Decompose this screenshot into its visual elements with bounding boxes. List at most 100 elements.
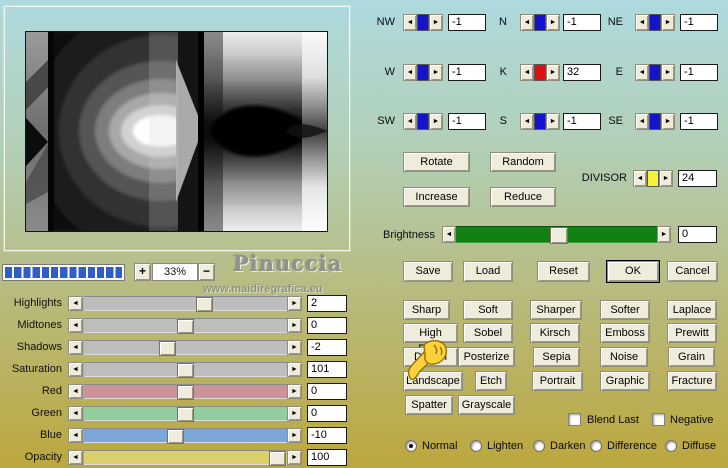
kernel-scrollbar-ne[interactable]: ◄►: [635, 14, 675, 31]
preset-grayscale-button[interactable]: Grayscale: [458, 395, 515, 415]
preset-high-pass-button[interactable]: High Pass: [403, 323, 458, 343]
preset-posterize-button[interactable]: Posterize: [458, 347, 515, 367]
preset-emboss-button[interactable]: Emboss: [600, 323, 650, 343]
zoom-out-button[interactable]: −: [198, 263, 215, 281]
cancel-button[interactable]: Cancel: [667, 261, 718, 282]
radio-diffuse[interactable]: [665, 440, 677, 452]
slider-track-opacity[interactable]: [84, 450, 287, 465]
slider-right-arrow[interactable]: ►: [287, 428, 302, 443]
increase-button[interactable]: Increase: [403, 187, 470, 207]
slider-left-arrow[interactable]: ◄: [68, 296, 83, 311]
preset-prewitt-button[interactable]: Prewitt: [667, 323, 717, 343]
random-button[interactable]: Random: [490, 152, 556, 172]
slider-thumb[interactable]: [177, 363, 194, 378]
slider-thumb[interactable]: [177, 407, 194, 422]
save-button[interactable]: Save: [403, 261, 453, 282]
slider-value-shadows[interactable]: -2: [307, 339, 347, 356]
preset-sobel-button[interactable]: Sobel: [463, 323, 513, 343]
preset-landscape-button[interactable]: Landscape: [403, 371, 463, 391]
kernel-value-e[interactable]: -1: [680, 64, 718, 81]
slider-left-arrow[interactable]: ◄: [68, 318, 83, 333]
preset-sharp-button[interactable]: Sharp: [403, 300, 450, 320]
preset-graphic-button[interactable]: Graphic: [600, 371, 650, 391]
reduce-button[interactable]: Reduce: [490, 187, 556, 207]
brightness-track[interactable]: [456, 226, 657, 243]
kernel-value-ne[interactable]: -1: [680, 14, 718, 31]
slider-left-arrow[interactable]: ◄: [68, 362, 83, 377]
kernel-value-se[interactable]: -1: [680, 113, 718, 130]
slider-right-arrow[interactable]: ►: [287, 406, 302, 421]
zoom-in-button[interactable]: +: [134, 263, 151, 281]
slider-left-arrow[interactable]: ◄: [68, 450, 83, 465]
slider-track-highlights[interactable]: [84, 296, 287, 311]
load-button[interactable]: Load: [463, 261, 513, 282]
slider-value-blue[interactable]: -10: [307, 427, 347, 444]
kernel-scrollbar-nw[interactable]: ◄►: [403, 14, 443, 31]
slider-value-green[interactable]: 0: [307, 405, 347, 422]
kernel-scrollbar-s[interactable]: ◄►: [520, 113, 560, 130]
slider-right-arrow[interactable]: ►: [287, 296, 302, 311]
preset-sharper-button[interactable]: Sharper: [530, 300, 582, 320]
kernel-scrollbar-sw[interactable]: ◄►: [403, 113, 443, 130]
slider-value-saturation[interactable]: 101: [307, 361, 347, 378]
radio-difference[interactable]: [590, 440, 602, 452]
rotate-button[interactable]: Rotate: [403, 152, 470, 172]
reset-button[interactable]: Reset: [537, 261, 590, 282]
preset-dream-button[interactable]: Dream: [403, 347, 458, 367]
kernel-scrollbar-n[interactable]: ◄►: [520, 14, 560, 31]
brightness-right-arrow[interactable]: ►: [657, 226, 671, 243]
preset-portrait-button[interactable]: Portrait: [532, 371, 583, 391]
brightness-left-arrow[interactable]: ◄: [442, 226, 456, 243]
divisor-scrollbar[interactable]: ◄►: [633, 170, 673, 187]
preset-spatter-button[interactable]: Spatter: [405, 395, 453, 415]
brightness-value[interactable]: 0: [678, 226, 717, 243]
preset-sepia-button[interactable]: Sepia: [533, 347, 580, 367]
slider-track-saturation[interactable]: [84, 362, 287, 377]
kernel-scrollbar-e[interactable]: ◄►: [635, 64, 675, 81]
slider-thumb[interactable]: [269, 451, 286, 466]
radio-normal[interactable]: [405, 440, 417, 452]
slider-track-green[interactable]: [84, 406, 287, 421]
preset-laplace-button[interactable]: Laplace: [667, 300, 717, 320]
slider-thumb[interactable]: [177, 319, 194, 334]
slider-right-arrow[interactable]: ►: [287, 340, 302, 355]
radio-darken[interactable]: [533, 440, 545, 452]
slider-right-arrow[interactable]: ►: [287, 318, 302, 333]
brightness-thumb[interactable]: [550, 227, 568, 244]
slider-left-arrow[interactable]: ◄: [68, 340, 83, 355]
slider-left-arrow[interactable]: ◄: [68, 428, 83, 443]
radio-lighten[interactable]: [470, 440, 482, 452]
slider-value-red[interactable]: 0: [307, 383, 347, 400]
divisor-value[interactable]: 24: [678, 170, 717, 187]
preview-image[interactable]: [25, 31, 328, 232]
negative-checkbox[interactable]: [652, 413, 665, 426]
slider-track-shadows[interactable]: [84, 340, 287, 355]
slider-track-blue[interactable]: [84, 428, 287, 443]
slider-thumb[interactable]: [177, 385, 194, 400]
slider-right-arrow[interactable]: ►: [287, 362, 302, 377]
slider-right-arrow[interactable]: ►: [287, 450, 302, 465]
preset-kirsch-button[interactable]: Kirsch: [530, 323, 580, 343]
preset-softer-button[interactable]: Softer: [600, 300, 650, 320]
slider-value-midtones[interactable]: 0: [307, 317, 347, 334]
slider-thumb[interactable]: [167, 429, 184, 444]
slider-right-arrow[interactable]: ►: [287, 384, 302, 399]
preset-soft-button[interactable]: Soft: [463, 300, 513, 320]
slider-track-midtones[interactable]: [84, 318, 287, 333]
slider-track-red[interactable]: [84, 384, 287, 399]
slider-left-arrow[interactable]: ◄: [68, 384, 83, 399]
kernel-scrollbar-k[interactable]: ◄►: [520, 64, 560, 81]
slider-thumb[interactable]: [159, 341, 176, 356]
slider-left-arrow[interactable]: ◄: [68, 406, 83, 421]
blend-last-checkbox[interactable]: [568, 413, 581, 426]
kernel-scrollbar-se[interactable]: ◄►: [635, 113, 675, 130]
kernel-scrollbar-w[interactable]: ◄►: [403, 64, 443, 81]
preset-noise-button[interactable]: Noise: [600, 347, 648, 367]
slider-value-opacity[interactable]: 100: [307, 449, 347, 466]
slider-value-highlights[interactable]: 2: [307, 295, 347, 312]
ok-button[interactable]: OK: [607, 261, 659, 282]
slider-thumb[interactable]: [196, 297, 213, 312]
preset-etch-button[interactable]: Etch: [475, 371, 507, 391]
preset-grain-button[interactable]: Grain: [668, 347, 715, 367]
preset-fracture-button[interactable]: Fracture: [667, 371, 717, 391]
